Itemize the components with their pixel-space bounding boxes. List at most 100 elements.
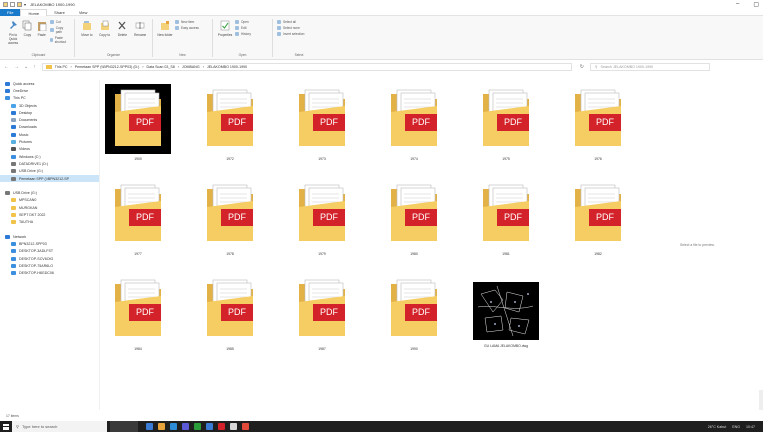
task-view-icon[interactable]	[146, 423, 153, 430]
folder-item[interactable]: PDF 1974	[381, 84, 461, 179]
easy-access-button[interactable]: Easy access	[175, 26, 199, 30]
nav-item[interactable]: DESKTOP-3ADLFST	[0, 248, 99, 255]
new-folder-icon[interactable]	[17, 2, 22, 7]
search-input[interactable]: ⚲ Search JELAKOMBO 1900-1990	[589, 63, 710, 71]
nav-item[interactable]: OneDrive	[0, 87, 99, 94]
start-button[interactable]	[0, 421, 12, 432]
nav-item[interactable]: Network	[0, 233, 99, 240]
nav-item[interactable]: Pictures	[0, 138, 99, 145]
rename-button[interactable]: Rename	[132, 19, 148, 57]
pin-quick-access-button[interactable]: Pin to Quick access	[7, 19, 19, 57]
back-arrow-icon[interactable]: ←	[4, 64, 9, 70]
select-none-button[interactable]: Select none	[277, 26, 304, 30]
up-arrow-icon[interactable]: ↑	[33, 64, 36, 70]
paste-button[interactable]: Paste	[36, 19, 48, 57]
nav-item[interactable]: Pemetaan SPP (\\BPN3212-SP	[0, 174, 99, 183]
nav-item[interactable]: BPN3212-SPP03	[0, 241, 99, 248]
minimize-button[interactable]: –	[736, 1, 739, 8]
nav-item[interactable]: DATADRIVE1 (D:)	[0, 160, 99, 167]
properties-icon[interactable]	[10, 2, 15, 7]
folder-item[interactable]: PDF 1979	[289, 179, 369, 274]
edit-button[interactable]: Edit	[235, 26, 251, 30]
excel-icon[interactable]	[194, 423, 201, 430]
dwg-file-item[interactable]: GU LAMA JELAKOMBO.dwg	[473, 274, 553, 369]
nav-item[interactable]: Quick access	[0, 80, 99, 87]
nav-item[interactable]: Desktop	[0, 109, 99, 116]
nav-item[interactable]: MPSCAN0	[0, 197, 99, 204]
history-button[interactable]: History	[235, 32, 251, 36]
acrobat-icon[interactable]	[218, 423, 225, 430]
word-icon[interactable]	[206, 423, 213, 430]
scrollbar[interactable]	[759, 390, 763, 410]
copy-button[interactable]: Copy	[21, 19, 33, 57]
forward-arrow-icon[interactable]: →	[14, 64, 19, 70]
new-folder-button[interactable]: New folder	[157, 19, 173, 57]
address-bar[interactable]: This PC › Pemetaan SPP (\\BPN3212-SPP03) …	[41, 63, 572, 71]
new-item-button[interactable]: New item	[175, 20, 199, 24]
breadcrumb-item[interactable]: JOMBANG	[182, 65, 200, 69]
copy-to-button[interactable]: Copy to	[97, 19, 113, 57]
tab-file[interactable]: File	[0, 8, 21, 16]
nav-item[interactable]: Documents	[0, 116, 99, 123]
properties-button[interactable]: Properties	[217, 19, 233, 57]
taskbar-search-input[interactable]: ⚲ Type here to search	[12, 421, 107, 432]
cut-button[interactable]: Cut	[49, 20, 70, 24]
nav-item[interactable]: USB Drive (G:)	[0, 168, 99, 175]
nav-item[interactable]: DESKTOP-75AR6LO	[0, 262, 99, 269]
nav-item[interactable]: DESKTOP-SCV6OIG	[0, 255, 99, 262]
dropdown-icon[interactable]: ▾	[24, 2, 26, 7]
folder-item[interactable]: PDF 1982	[565, 179, 645, 274]
edge-icon[interactable]	[170, 423, 177, 430]
nav-item[interactable]: This PC	[0, 95, 99, 102]
clock[interactable]: 10:47	[746, 425, 755, 429]
nav-item[interactable]: USB Drive (G:)	[0, 189, 99, 196]
tab-home[interactable]: Home	[20, 8, 48, 16]
folder-item[interactable]: PDF 1973	[289, 84, 369, 179]
move-to-button[interactable]: Move to	[79, 19, 95, 57]
select-all-button[interactable]: Select all	[277, 20, 304, 24]
paste-shortcut-button[interactable]: Paste shortcut	[49, 36, 70, 44]
autocad-icon[interactable]	[230, 423, 237, 430]
store-icon[interactable]	[182, 423, 189, 430]
chevron-down-icon[interactable]: ⌄	[24, 64, 28, 70]
properties-icon	[220, 19, 231, 31]
folder-item[interactable]: PDF 1980	[381, 179, 461, 274]
nav-item[interactable]: DESKTOP-H8GDC06	[0, 270, 99, 277]
language-indicator[interactable]: ENG	[732, 425, 740, 429]
nav-item[interactable]: 3D Objects	[0, 102, 99, 109]
file-explorer-icon[interactable]	[158, 423, 165, 430]
refresh-icon[interactable]: ↻	[580, 64, 584, 70]
breadcrumb-item[interactable]: JELAKOMBO 1900-1990	[207, 65, 247, 69]
copy-path-button[interactable]: Copy path	[49, 26, 70, 34]
open-button[interactable]: Open	[235, 20, 251, 24]
nav-item[interactable]: Windows (C:)	[0, 153, 99, 160]
maximize-button[interactable]: ▢	[753, 1, 759, 8]
breadcrumb-item[interactable]: Data Scan 03_S8	[147, 65, 175, 69]
weather-text[interactable]: 26°C Kabut	[708, 425, 726, 429]
folder-item[interactable]: PDF 1977	[105, 179, 185, 274]
tab-view[interactable]: View	[72, 9, 95, 16]
folder-item[interactable]: PDF 1984	[105, 274, 185, 369]
invert-selection-button[interactable]: Invert selection	[277, 32, 304, 36]
folder-item[interactable]: PDF 1975	[473, 84, 553, 179]
nav-item[interactable]: Videos	[0, 146, 99, 153]
nav-item[interactable]: MURGKAN	[0, 204, 99, 211]
taskbar-news-widget[interactable]	[110, 421, 138, 432]
breadcrumb-item[interactable]: This PC	[55, 65, 68, 69]
breadcrumb-item[interactable]: Pemetaan SPP (\\BPN3212-SPP03) (D:)	[75, 65, 140, 69]
delete-button[interactable]: Delete	[115, 19, 131, 57]
tab-share[interactable]: Share	[47, 9, 72, 16]
folder-item[interactable]: PDF 1976	[565, 84, 645, 179]
folder-item[interactable]: PDF 1987	[289, 274, 369, 369]
folder-item[interactable]: PDF 1972	[197, 84, 277, 179]
folder-item[interactable]: PDF 1990	[381, 274, 461, 369]
folder-item[interactable]: PDF 1900	[105, 84, 185, 179]
nav-item[interactable]: TAUTHA	[0, 219, 99, 226]
nav-item[interactable]: SEPT DKT 2022	[0, 211, 99, 218]
folder-item[interactable]: PDF 1981	[473, 179, 553, 274]
chrome-icon[interactable]	[242, 423, 249, 430]
nav-item[interactable]: Downloads	[0, 124, 99, 131]
folder-item[interactable]: PDF 1985	[197, 274, 277, 369]
folder-item[interactable]: PDF 1978	[197, 179, 277, 274]
nav-item[interactable]: Music	[0, 131, 99, 138]
